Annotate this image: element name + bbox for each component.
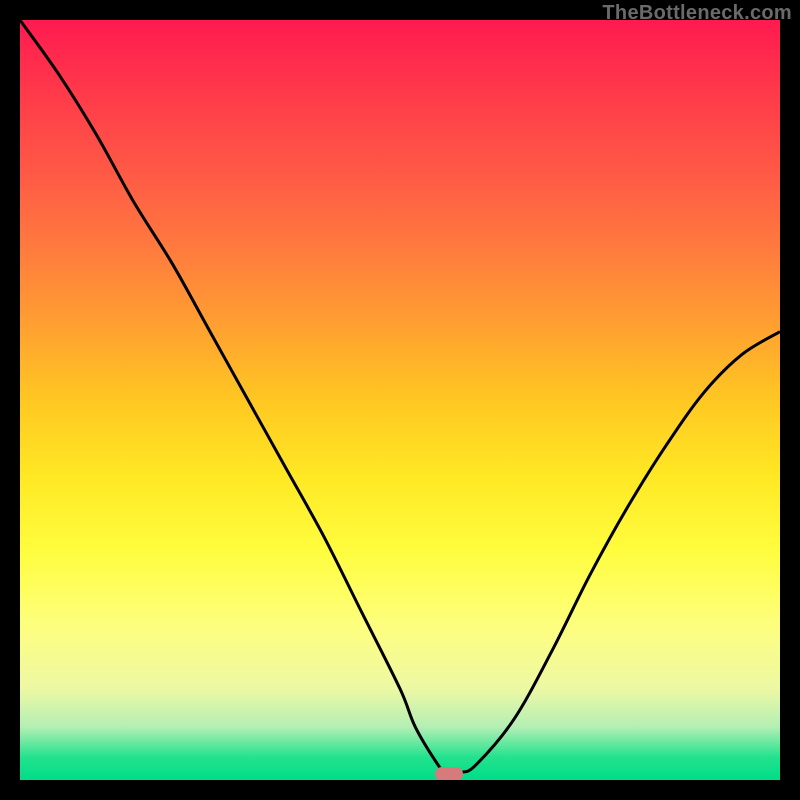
bottleneck-curve: [20, 20, 780, 780]
curve-path: [20, 20, 780, 773]
optimal-marker: [435, 767, 463, 780]
plot-area: [20, 20, 780, 780]
chart-container: TheBottleneck.com: [0, 0, 800, 800]
